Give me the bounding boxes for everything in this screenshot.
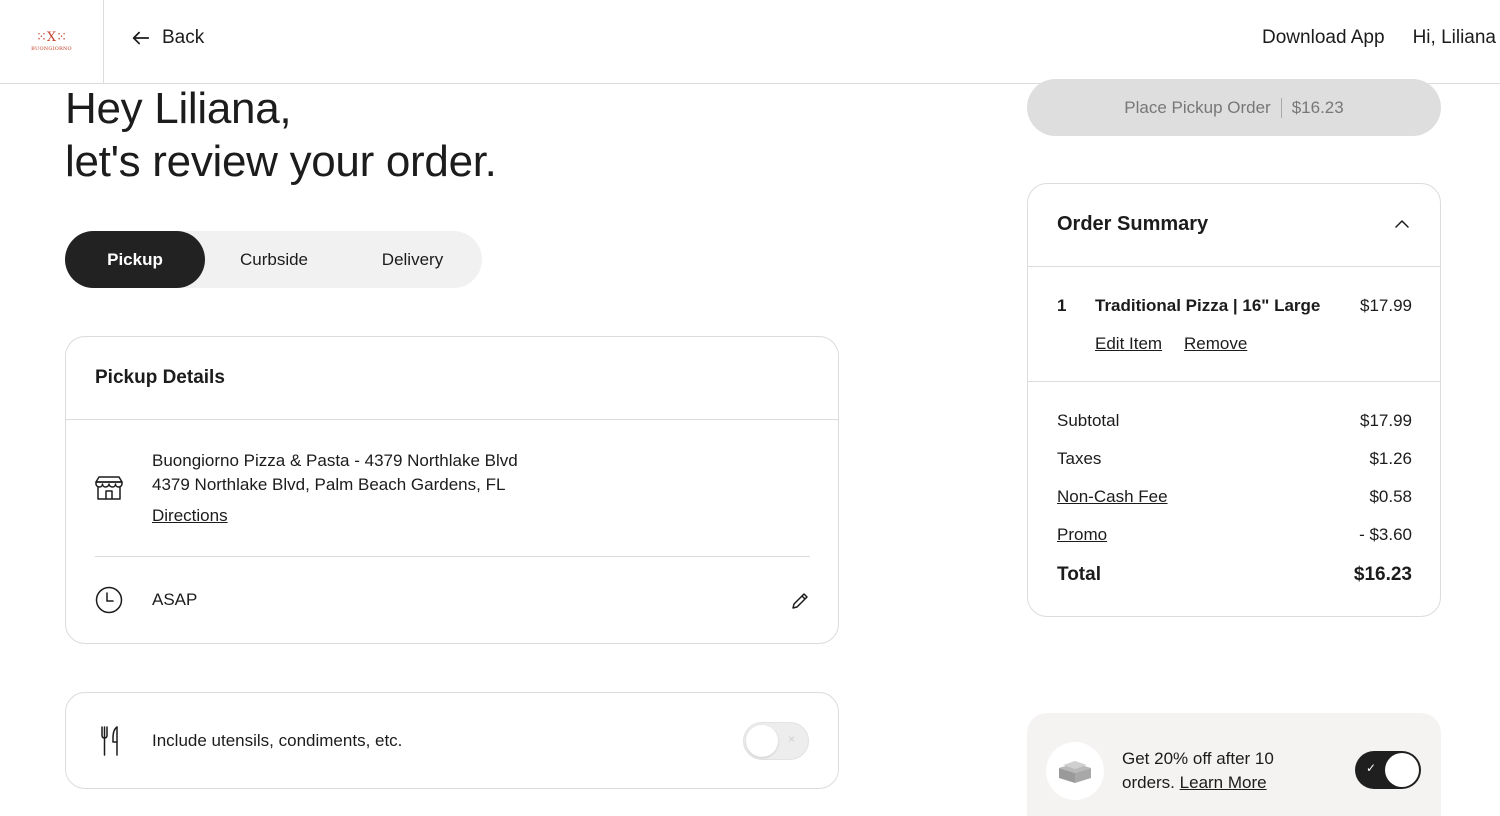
pickup-details-title: Pickup Details bbox=[95, 367, 225, 388]
logo-container[interactable]: ⁙X⁙ BUONGIORNO bbox=[0, 0, 104, 83]
order-summary-title: Order Summary bbox=[1057, 213, 1209, 235]
learn-more-link[interactable]: Learn More bbox=[1180, 773, 1267, 792]
order-type-tabs: Pickup Curbside Delivery bbox=[65, 231, 482, 288]
tab-delivery[interactable]: Delivery bbox=[343, 231, 482, 288]
summary-row-total: Total $16.23 bbox=[1057, 564, 1412, 586]
back-label: Back bbox=[162, 27, 205, 48]
item-name: Traditional Pizza | 16" Large bbox=[1095, 296, 1321, 315]
pickup-time-value: ASAP bbox=[152, 590, 198, 609]
total-value: $16.23 bbox=[1353, 564, 1412, 585]
pizza-box-graphic bbox=[1059, 761, 1091, 783]
divider bbox=[1028, 381, 1440, 382]
store-name: Buongiorno Pizza & Pasta - 4379 Northlak… bbox=[152, 451, 518, 470]
remove-item-link[interactable]: Remove bbox=[1184, 334, 1247, 354]
header-actions: Download App Hi, Liliana bbox=[1262, 27, 1496, 49]
logo-text: BUONGIORNO bbox=[31, 46, 72, 52]
utensils-card: Include utensils, condiments, etc. × bbox=[65, 692, 839, 789]
promo-text-line1: Get 20% off after 10 bbox=[1122, 749, 1274, 768]
brand-logo[interactable]: ⁙X⁙ BUONGIORNO bbox=[27, 25, 77, 59]
directions-link[interactable]: Directions bbox=[152, 506, 228, 526]
page-title: Hey Liliana, let's review your order. bbox=[65, 82, 497, 188]
store-address: 4379 Northlake Blvd, Palm Beach Gardens,… bbox=[152, 475, 506, 494]
tab-pickup[interactable]: Pickup bbox=[65, 231, 205, 288]
promo-text-line2: orders. bbox=[1122, 773, 1175, 792]
edit-item-link[interactable]: Edit Item bbox=[1095, 334, 1162, 354]
non-cash-fee-link[interactable]: Non-Cash Fee bbox=[1057, 487, 1168, 507]
place-order-amount: $16.23 bbox=[1291, 97, 1344, 117]
chevron-up-icon[interactable] bbox=[1394, 216, 1410, 232]
user-greeting-menu[interactable]: Hi, Liliana bbox=[1413, 27, 1496, 49]
subtotal-label: Subtotal bbox=[1057, 411, 1120, 430]
back-button[interactable]: Back bbox=[130, 27, 204, 49]
order-summary-card: Order Summary 1 Traditional Pizza | 16" … bbox=[1027, 183, 1441, 617]
summary-row-subtotal: Subtotal $17.99 bbox=[1057, 411, 1412, 431]
store-icon bbox=[95, 476, 123, 500]
place-order-label: Place Pickup Order bbox=[1124, 97, 1271, 117]
download-app-link[interactable]: Download App bbox=[1262, 27, 1385, 49]
button-separator bbox=[1280, 97, 1282, 118]
divider bbox=[95, 556, 810, 557]
summary-row-promo: Promo - $3.60 bbox=[1057, 525, 1412, 545]
subtotal-value: $17.99 bbox=[1360, 411, 1412, 430]
utensils-icon bbox=[101, 726, 118, 756]
utensils-toggle[interactable]: × bbox=[743, 722, 809, 760]
close-icon: × bbox=[788, 732, 796, 746]
taxes-value: $1.26 bbox=[1369, 449, 1412, 468]
top-header: ⁙X⁙ BUONGIORNO Back Download App Hi, Lil… bbox=[0, 0, 1500, 84]
utensils-label: Include utensils, condiments, etc. bbox=[152, 731, 403, 750]
summary-row-non-cash-fee: Non-Cash Fee $0.58 bbox=[1057, 487, 1412, 507]
pickup-details-card: Pickup Details Buongiorno Pizza & Pasta … bbox=[65, 336, 839, 644]
page-title-line2: let's review your order. bbox=[65, 137, 497, 186]
place-pickup-order-button[interactable]: Place Pickup Order $16.23 bbox=[1027, 79, 1441, 136]
item-price: $17.99 bbox=[1360, 296, 1412, 315]
clock-icon bbox=[95, 586, 123, 614]
summary-row-taxes: Taxes $1.26 bbox=[1057, 449, 1412, 469]
check-icon: ✓ bbox=[1366, 761, 1377, 775]
toggle-knob bbox=[1385, 753, 1419, 787]
loyalty-toggle[interactable]: ✓ bbox=[1355, 751, 1421, 789]
tab-curbside[interactable]: Curbside bbox=[205, 231, 343, 288]
divider bbox=[66, 419, 838, 420]
pencil-icon[interactable] bbox=[790, 591, 810, 611]
loyalty-promo-text: Get 20% off after 10 orders. Learn More bbox=[1122, 747, 1274, 795]
non-cash-fee-value: $0.58 bbox=[1369, 487, 1412, 506]
promo-link[interactable]: Promo bbox=[1057, 525, 1107, 545]
logo-mark: ⁙X⁙ bbox=[35, 30, 68, 45]
page-title-line1: Hey Liliana, bbox=[65, 84, 292, 133]
divider bbox=[1028, 266, 1440, 267]
pizza-box-icon bbox=[1046, 742, 1104, 800]
promo-value: - $3.60 bbox=[1359, 525, 1412, 544]
loyalty-promo-card: Get 20% off after 10 orders. Learn More … bbox=[1027, 713, 1441, 816]
arrow-left-icon bbox=[132, 31, 150, 45]
total-label: Total bbox=[1057, 564, 1101, 585]
item-quantity: 1 bbox=[1057, 296, 1067, 315]
toggle-knob bbox=[746, 725, 778, 757]
taxes-label: Taxes bbox=[1057, 449, 1102, 468]
